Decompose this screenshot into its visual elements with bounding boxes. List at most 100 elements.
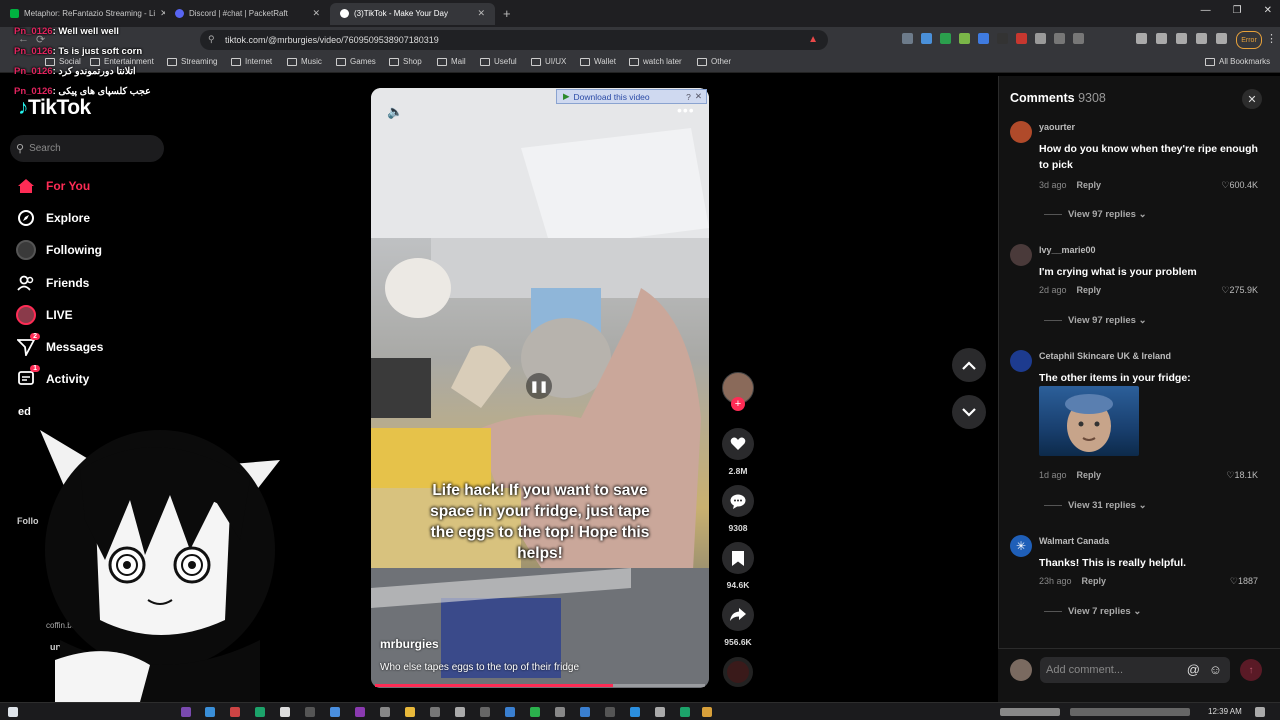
extensions-icon[interactable] (1216, 33, 1227, 44)
download-video-button[interactable]: ▶ Download this video ? ✕ (556, 89, 707, 104)
commenter-avatar[interactable] (1010, 121, 1032, 143)
mute-icon[interactable]: 🔈 (387, 104, 403, 120)
commenter-avatar[interactable] (1010, 350, 1032, 372)
video-author[interactable]: mrburgies (380, 637, 439, 651)
bookmark-streaming[interactable]: Streaming (167, 57, 217, 66)
sound-disc-button[interactable] (721, 657, 755, 687)
taskbar-app-icon[interactable] (530, 707, 540, 717)
taskbar-app-icon[interactable] (580, 707, 590, 717)
commenter-name[interactable]: lvy__marie00 (1039, 245, 1096, 255)
taskbar-app-icon[interactable] (205, 707, 215, 717)
view-replies-button[interactable]: View 97 replies ⌄ (1044, 315, 1147, 326)
taskbar-app-icon[interactable] (430, 707, 440, 717)
download-icon[interactable] (1136, 33, 1147, 44)
mention-icon[interactable]: @ (1187, 662, 1200, 677)
taskbar-app-icon[interactable] (330, 707, 340, 717)
follow-plus-icon[interactable]: + (731, 397, 745, 411)
taskbar-app-icon[interactable] (380, 707, 390, 717)
like-button[interactable]: 2.8M (721, 428, 755, 476)
taskbar-app-icon[interactable] (305, 707, 315, 717)
taskbar-app-icon[interactable] (480, 707, 490, 717)
video-progress-bar[interactable] (375, 684, 705, 687)
bookmark-music[interactable]: Music (287, 57, 322, 66)
commenter-name[interactable]: Cetaphil Skincare UK & Ireland (1039, 351, 1171, 361)
commenter-avatar[interactable]: ✳ (1010, 535, 1032, 557)
browser-tab-tiktok[interactable]: (3)TikTok - Make Your Day ✕ (330, 2, 495, 25)
error-button[interactable]: Error (1236, 31, 1262, 49)
system-tray-icons[interactable] (1070, 708, 1190, 716)
video-player[interactable]: 🔈 ••• ❚❚ (371, 88, 709, 688)
nav-messages[interactable]: 2 Messages (16, 333, 103, 357)
close-icon[interactable]: ✕ (695, 91, 702, 102)
nav-for-you[interactable]: For You (16, 176, 90, 196)
site-info-icon[interactable]: ⚲ (208, 34, 215, 45)
taskbar-app-icon[interactable] (181, 707, 191, 717)
bookmark-mail[interactable]: Mail (437, 57, 466, 66)
menu-icon[interactable]: ⋮ (1266, 32, 1277, 45)
taskbar-app-icon[interactable] (605, 707, 615, 717)
bookmark-watch-later[interactable]: watch later (629, 57, 682, 66)
emoji-icon[interactable]: ☺ (1209, 662, 1222, 677)
nav-following[interactable]: Following (16, 240, 102, 260)
tiktok-logo[interactable]: ♪TikTok (18, 96, 91, 120)
close-comments-button[interactable]: ✕ (1242, 89, 1262, 109)
bookmark-entertainment[interactable]: Entertainment (90, 57, 154, 66)
extension-icon[interactable] (902, 33, 913, 44)
post-comment-button[interactable]: ↑ (1240, 659, 1262, 681)
commenter-name[interactable]: yaourter (1039, 122, 1075, 132)
bookmark-star-icon[interactable]: ▲ (808, 34, 818, 45)
more-options-icon[interactable]: ••• (677, 102, 695, 118)
taskbar-app-icon[interactable] (230, 707, 240, 717)
extension-icon[interactable] (959, 33, 970, 44)
bookmark-useful[interactable]: Useful (480, 57, 517, 66)
new-tab-button[interactable]: + (503, 6, 511, 21)
taskbar-app-icon[interactable] (630, 707, 640, 717)
extension-icon[interactable] (1035, 33, 1046, 44)
reply-button[interactable]: Reply (1082, 576, 1107, 586)
reply-button[interactable]: Reply (1077, 470, 1102, 480)
bookmark-other[interactable]: Other (697, 57, 731, 66)
bookmark-wallet[interactable]: Wallet (580, 57, 616, 66)
taskbar-app-icon[interactable] (505, 707, 515, 717)
creator-avatar-button[interactable]: + (721, 372, 755, 411)
system-tray-icons[interactable] (1000, 708, 1060, 716)
previous-video-button[interactable] (952, 348, 986, 382)
comment-like-button[interactable]: ♡275.9K (1221, 285, 1258, 296)
search-input[interactable]: ⚲ Search (10, 135, 164, 162)
taskbar-app-icon[interactable] (455, 707, 465, 717)
taskbar-app-icon[interactable] (680, 707, 690, 717)
taskbar-clock[interactable]: 12:39 AM (1208, 707, 1242, 716)
taskbar-app-icon[interactable] (355, 707, 365, 717)
bookmark-internet[interactable]: Internet (231, 57, 272, 66)
share-button[interactable]: 956.6K (721, 599, 755, 647)
save-button[interactable]: 94.6K (721, 542, 755, 590)
start-icon[interactable] (8, 707, 18, 717)
maximize-icon[interactable]: ❐ (1233, 5, 1242, 16)
browser-tab-discord[interactable]: Discord | #chat | PacketRaft ✕ (165, 3, 330, 25)
view-replies-button[interactable]: View 97 replies ⌄ (1044, 209, 1147, 220)
extension-icon[interactable] (978, 33, 989, 44)
view-replies-button[interactable]: View 31 replies ⌄ (1044, 500, 1147, 511)
extension-icon[interactable] (1054, 33, 1065, 44)
bookmark-shop[interactable]: Shop (389, 57, 422, 66)
help-icon[interactable]: ? (686, 92, 691, 102)
taskbar-app-icon[interactable] (280, 707, 290, 717)
view-replies-button[interactable]: View 7 replies ⌄ (1044, 606, 1141, 617)
url-bar[interactable]: ⚲ tiktok.com/@mrburgies/video/7609509538… (200, 30, 828, 50)
nav-live[interactable]: LIVE (16, 305, 73, 325)
taskbar-app-icon[interactable] (702, 707, 712, 717)
taskbar-app-icon[interactable] (255, 707, 265, 717)
extension-icon[interactable] (1073, 33, 1084, 44)
nav-explore[interactable]: Explore (16, 208, 90, 228)
reply-button[interactable]: Reply (1077, 180, 1102, 190)
next-video-button[interactable] (952, 395, 986, 429)
extension-icon[interactable] (1016, 33, 1027, 44)
reply-button[interactable]: Reply (1077, 285, 1102, 295)
extension-icon[interactable] (921, 33, 932, 44)
close-window-icon[interactable]: ✕ (1264, 5, 1272, 16)
extension-icon[interactable] (997, 33, 1008, 44)
taskbar-app-icon[interactable] (655, 707, 665, 717)
bookmark-games[interactable]: Games (336, 57, 376, 66)
commenter-avatar[interactable] (1010, 244, 1032, 266)
notifications-icon[interactable] (1255, 707, 1265, 717)
